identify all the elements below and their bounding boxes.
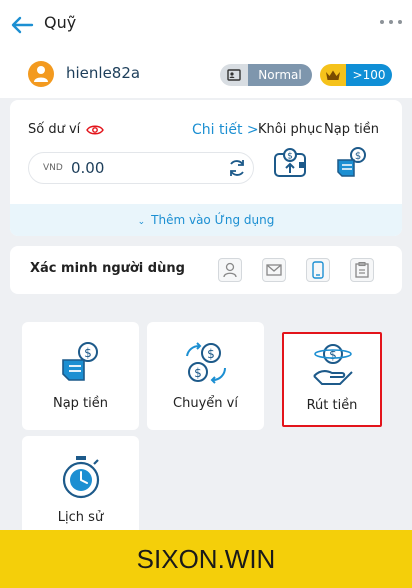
person-verify-icon[interactable] [218,258,242,282]
add-to-app-label: Thêm vào Ứng dụng [151,213,275,227]
svg-text:$: $ [84,346,92,360]
tier-label: Normal [258,68,302,82]
top-bar: Quỹ [0,0,412,50]
restore-label[interactable]: Khôi phục [258,122,322,137]
svg-text:$: $ [287,152,293,162]
deposit-label[interactable]: Nạp tiền [324,122,379,137]
withdraw-tile-label: Rút tiền [306,398,358,413]
balance-amount: 0.00 [71,159,105,177]
username: hienle82a [66,64,141,82]
level-badge[interactable]: >100 [320,64,392,86]
transfer-tile[interactable]: $ $ Chuyển ví [147,322,264,430]
refresh-icon[interactable] [227,158,247,178]
withdraw-icon: $ [313,344,353,385]
wallet-card: Số dư ví Chi tiết > Khôi phục Nạp tiền $… [10,100,402,236]
footer-banner: SIXON.WIN [0,530,412,588]
transfer-tile-label: Chuyển ví [173,396,238,411]
level-label: >100 [352,68,386,82]
avatar[interactable] [28,61,54,87]
withdraw-tile[interactable]: $ Rút tiền [282,332,382,427]
svg-text:$: $ [194,366,202,380]
deposit-hand-icon[interactable]: $ [334,146,370,180]
crown-icon [326,70,340,80]
deposit-tile-label: Nạp tiền [52,396,109,411]
id-card-icon [227,69,241,81]
person-icon [34,66,48,82]
id-card-verify-icon[interactable] [350,258,374,282]
restore-wallet-icon[interactable]: $ [272,146,308,180]
stopwatch-icon [62,456,100,499]
arrow-left-icon[interactable] [10,14,34,36]
add-to-app-button[interactable]: ⌄ Thêm vào Ứng dụng [10,204,402,236]
deposit-icon: $ [62,342,98,381]
eye-icon[interactable] [86,124,104,136]
svg-text:$: $ [207,347,215,361]
history-tile-label: Lịch sử [57,510,104,525]
currency-label: VND [43,163,63,173]
balance-field: VND 0.00 [28,152,254,184]
deposit-tile[interactable]: $ Nạp tiền [22,322,139,430]
details-link[interactable]: Chi tiết > [192,122,259,138]
transfer-icon: $ $ [186,342,226,384]
phone-icon[interactable] [306,258,330,282]
tier-badge[interactable]: Normal [220,64,312,86]
chevron-down-icon: ⌄ [137,217,146,227]
balance-label: Số dư ví [28,122,81,137]
history-tile[interactable]: Lịch sử [22,436,139,544]
mail-icon[interactable] [262,258,286,282]
page-title: Quỹ [44,13,77,32]
verification-label: Xác minh người dùng [30,261,185,276]
more-dots-icon[interactable] [380,20,402,24]
svg-text:$: $ [355,151,361,162]
verification-card: Xác minh người dùng [10,246,402,294]
